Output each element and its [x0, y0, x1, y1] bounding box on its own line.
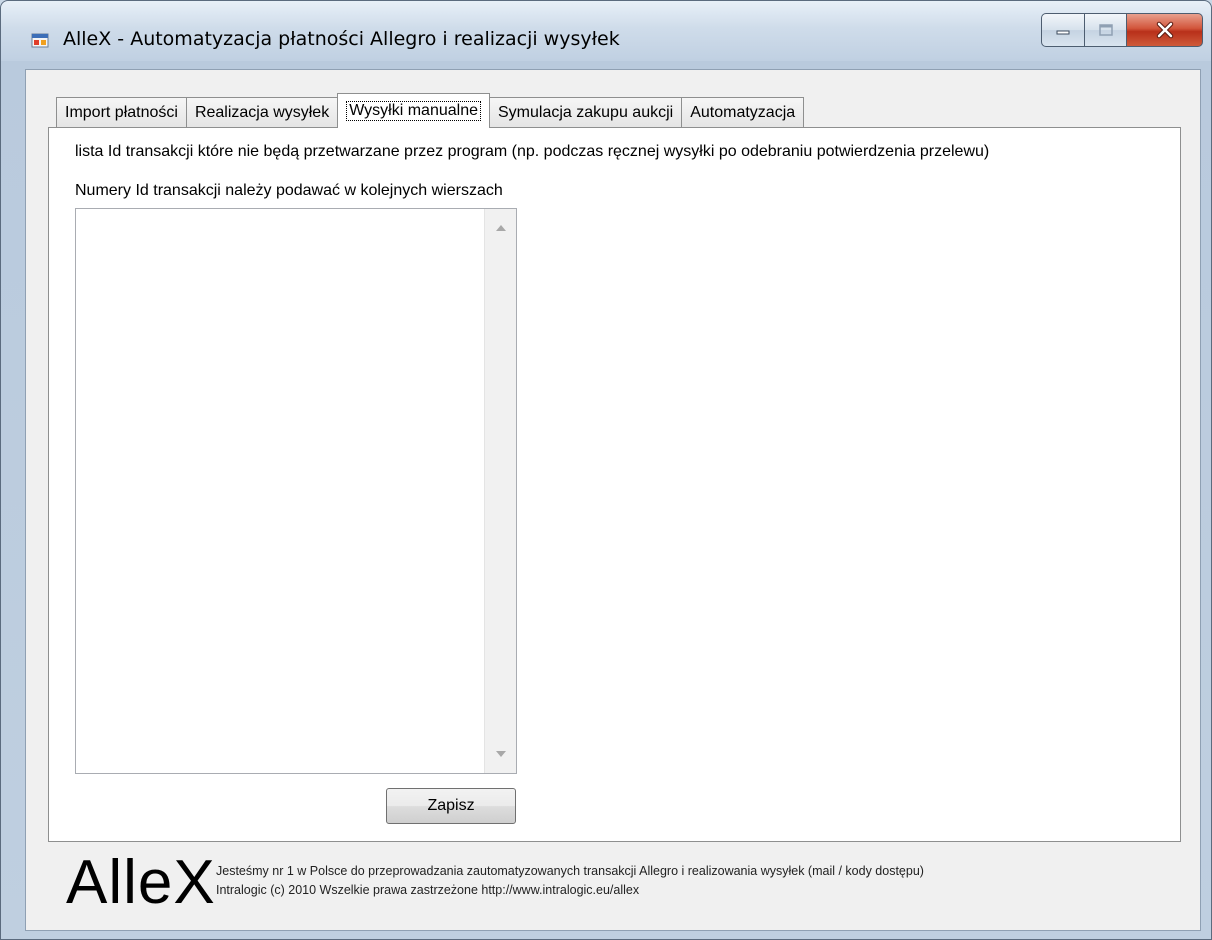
tab-wysylki-manualne[interactable]: Wysyłki manualne: [337, 93, 490, 128]
app-window-icon: [31, 33, 49, 48]
tab-import-platnosci[interactable]: Import płatności: [56, 97, 187, 128]
tab-automatyzacja[interactable]: Automatyzacja: [681, 97, 805, 128]
maximize-button[interactable]: [1085, 13, 1127, 47]
tab-label: Automatyzacja: [690, 104, 796, 121]
tab-realizacja-wysylek[interactable]: Realizacja wysyłek: [185, 97, 339, 128]
footer-tagline: Jesteśmy nr 1 w Polsce do przeprowadzani…: [216, 864, 924, 878]
transaction-ids-textarea[interactable]: [75, 208, 517, 774]
tab-label: Wysyłki manualne: [346, 101, 481, 121]
window-title: AlleX - Automatyzacja płatności Allegro …: [63, 28, 620, 50]
maximize-icon: [1098, 24, 1113, 36]
tab-label: Symulacja zakupu aukcji: [498, 104, 674, 121]
save-button-label: Zapisz: [427, 797, 475, 814]
description-label: lista Id transakcji które nie będą przet…: [75, 143, 990, 160]
caption-buttons: [1041, 13, 1203, 47]
minimize-icon: [1056, 30, 1070, 35]
tab-strip: Import płatności Realizacja wysyłek Wysy…: [56, 92, 805, 128]
save-button[interactable]: Zapisz: [386, 788, 516, 824]
instruction-label: Numery Id transakcji należy podawać w ko…: [75, 182, 503, 199]
allex-logo: AlleX: [66, 848, 216, 917]
scroll-up-arrow-icon: [495, 225, 506, 231]
scroll-down-arrow-icon: [495, 751, 506, 757]
vertical-scrollbar[interactable]: [484, 209, 516, 773]
scroll-down-button[interactable]: [485, 739, 516, 769]
scroll-up-button[interactable]: [485, 213, 516, 243]
tab-label: Import płatności: [65, 104, 178, 121]
title-bar[interactable]: AlleX - Automatyzacja płatności Allegro …: [1, 1, 1211, 61]
footer-copyright: Intralogic (c) 2010 Wszelkie prawa zastr…: [216, 883, 640, 897]
minimize-button[interactable]: [1041, 13, 1085, 47]
close-icon: [1156, 21, 1173, 39]
tab-symulacja-zakupu-aukcji[interactable]: Symulacja zakupu aukcji: [489, 97, 683, 128]
tab-label: Realizacja wysyłek: [194, 104, 330, 121]
close-button[interactable]: [1127, 13, 1203, 47]
